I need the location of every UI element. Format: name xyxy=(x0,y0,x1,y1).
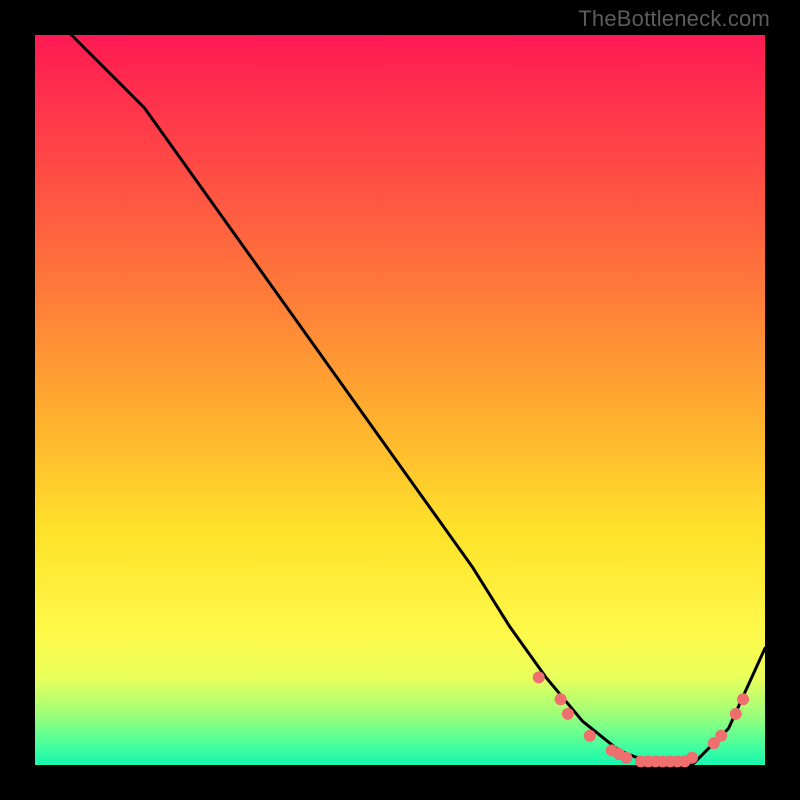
marker-dot xyxy=(686,752,698,764)
marker-dot xyxy=(584,730,596,742)
chart-svg xyxy=(35,35,765,765)
plot-area xyxy=(35,35,765,765)
marker-group xyxy=(533,671,749,767)
chart-frame: TheBottleneck.com xyxy=(0,0,800,800)
marker-dot xyxy=(620,752,632,764)
marker-dot xyxy=(730,708,742,720)
marker-dot xyxy=(737,693,749,705)
curve-line xyxy=(72,35,766,765)
marker-dot xyxy=(533,671,545,683)
marker-dot xyxy=(715,730,727,742)
marker-dot xyxy=(555,693,567,705)
marker-dot xyxy=(562,708,574,720)
watermark-text: TheBottleneck.com xyxy=(578,6,770,32)
